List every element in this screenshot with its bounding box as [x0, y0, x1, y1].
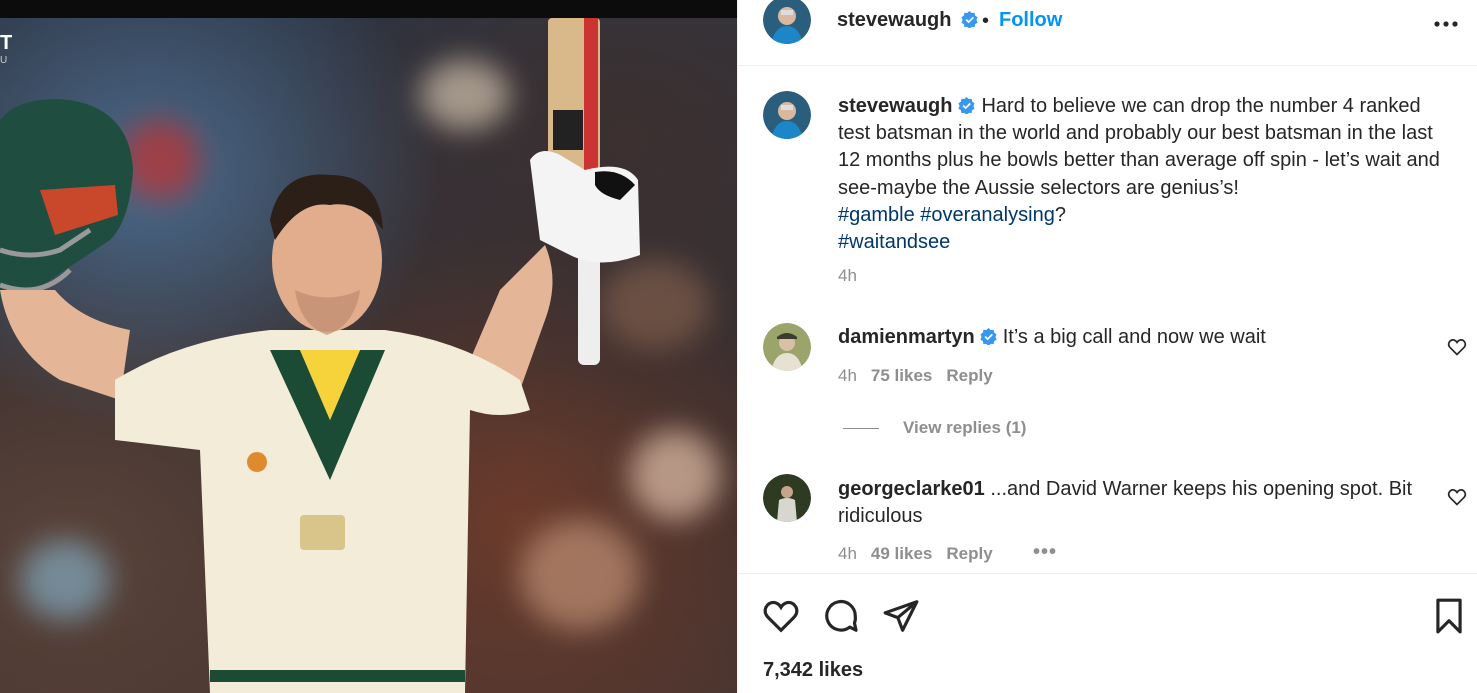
post-panel: stevewaugh • Follow stevewaugh Hard to b…	[737, 0, 1477, 693]
heart-icon[interactable]	[762, 597, 800, 635]
verified-badge-icon	[961, 11, 978, 28]
comment-likes[interactable]: 75 likes	[871, 366, 932, 385]
comment-username[interactable]: damienmartyn	[838, 326, 975, 348]
hashtag-waitandsee[interactable]: #waitandsee	[838, 231, 950, 253]
caption-avatar[interactable]	[763, 91, 811, 139]
batsman-illustration	[0, 18, 640, 693]
header-username[interactable]: stevewaugh	[837, 9, 951, 31]
more-horizontal-icon[interactable]	[1433, 20, 1459, 28]
reply-button[interactable]: Reply	[946, 544, 992, 563]
comment-avatar-georgeclarke01[interactable]	[763, 474, 811, 522]
hashtag-suffix: ?	[1054, 203, 1066, 226]
comment-meta: 4h 49 likes Reply	[838, 544, 993, 564]
avatar[interactable]	[763, 0, 811, 44]
helmet-shape	[0, 99, 133, 300]
view-replies-label: View replies (1)	[903, 418, 1027, 437]
follow-button[interactable]: Follow	[999, 9, 1062, 32]
caption-meta: 4h	[838, 266, 857, 286]
bookmark-icon[interactable]	[1430, 597, 1468, 635]
caption-time[interactable]: 4h	[838, 266, 857, 285]
post-actions: 7,342 likes	[738, 573, 1477, 693]
comment-georgeclarke01: georgeclarke01 ...and David Warner keeps…	[838, 476, 1438, 530]
comment-like-heart-icon[interactable]	[1447, 487, 1467, 507]
replies-divider-line	[843, 428, 879, 430]
comment-meta: 4h 75 likes Reply	[838, 366, 993, 386]
caption-text-block: stevewaugh Hard to believe we can drop t…	[838, 93, 1458, 256]
comment-likes[interactable]: 49 likes	[871, 544, 932, 563]
comment-username[interactable]: georgeclarke01	[838, 478, 985, 500]
post-photo[interactable]: T U	[0, 0, 737, 693]
comment-icon[interactable]	[822, 597, 860, 635]
comment-text: It’s a big call and now we wait	[1002, 326, 1266, 348]
hashtag-gamble[interactable]: #gamble	[838, 204, 915, 226]
comment-damienmartyn: damienmartyn It’s a big call and now we …	[838, 324, 1438, 351]
header-separator: •	[982, 10, 990, 32]
verified-badge-icon	[958, 97, 976, 114]
post-header: stevewaugh • Follow	[738, 0, 1477, 66]
header-username-row: stevewaugh	[837, 9, 978, 32]
comment-options-button[interactable]: •••	[1033, 541, 1057, 564]
comment-avatar-damienmartyn[interactable]	[763, 323, 811, 371]
comment-time[interactable]: 4h	[838, 366, 857, 385]
comment-like-heart-icon[interactable]	[1447, 337, 1467, 357]
view-replies-button[interactable]: View replies (1)	[843, 418, 1026, 438]
hashtag-overanalysing[interactable]: #overanalysing	[920, 204, 1055, 226]
comment-time[interactable]: 4h	[838, 544, 857, 563]
caption-username[interactable]: stevewaugh	[838, 95, 952, 117]
likes-count[interactable]: 7,342 likes	[763, 659, 863, 682]
verified-badge-icon	[980, 328, 997, 345]
share-icon[interactable]	[882, 597, 920, 635]
reply-button[interactable]: Reply	[946, 366, 992, 385]
